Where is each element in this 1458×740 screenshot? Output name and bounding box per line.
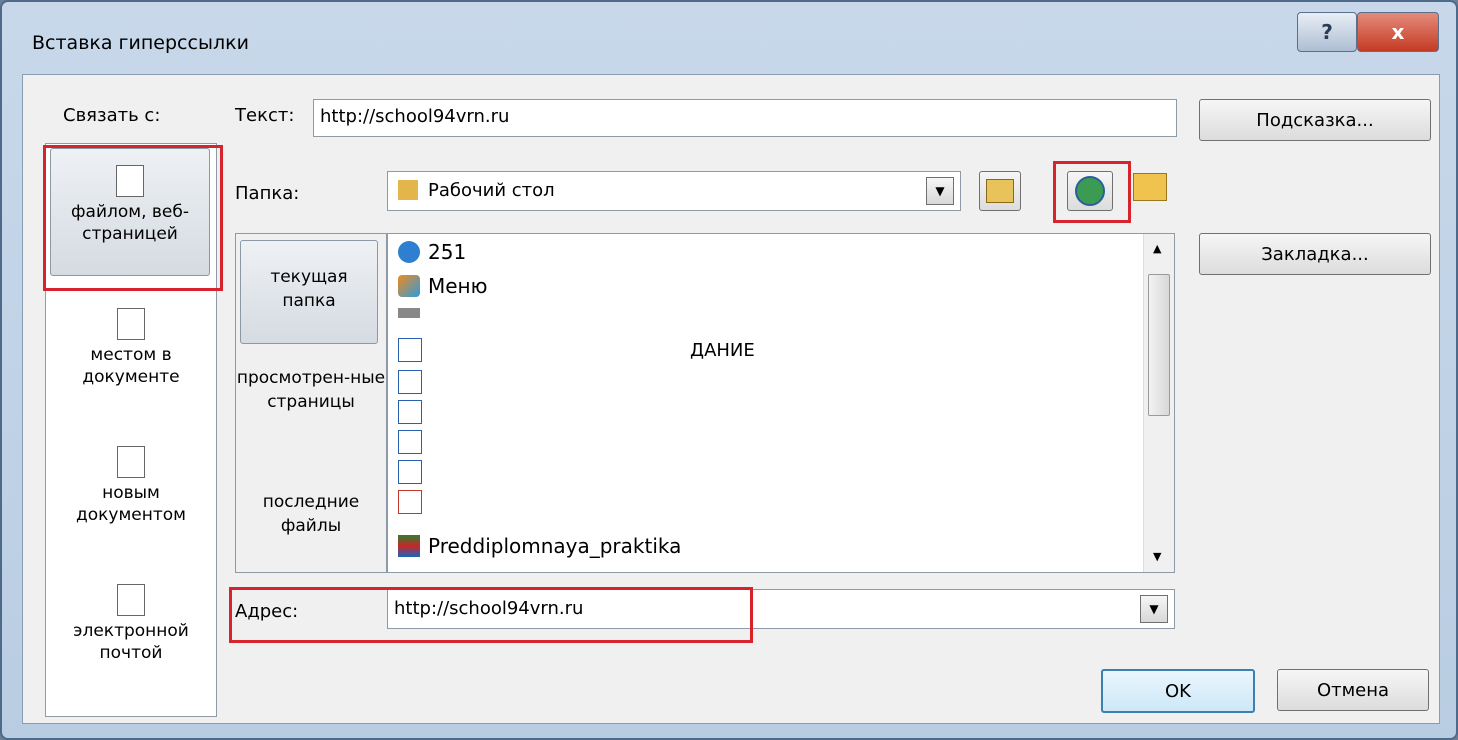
file-item[interactable]: 251 (398, 240, 466, 264)
shortcut-icon (398, 430, 422, 454)
file-item-name: Preddiplomnaya_praktika (428, 534, 682, 558)
scroll-up-icon[interactable]: ▲ (1153, 242, 1161, 255)
file-item[interactable]: ДАНИЕ (398, 338, 1138, 362)
file-item[interactable] (398, 430, 430, 454)
dialog-body: Связать с: файлом, веб-страницей местом … (22, 74, 1440, 724)
look-in-browsed-pages[interactable]: просмотрен-ные страницы (236, 366, 386, 414)
highlight-link-to (43, 145, 223, 291)
folder-icon (398, 180, 418, 200)
text-input[interactable]: http://school94vrn.ru (313, 99, 1177, 137)
shortcut-icon (398, 460, 422, 484)
folder-dropdown-button[interactable]: ▼ (926, 177, 954, 205)
scroll-thumb[interactable] (1148, 274, 1170, 416)
shortcut-icon (398, 370, 422, 394)
file-item-name: ДАНИЕ (690, 339, 755, 361)
folder-value: Рабочий стол (428, 180, 555, 201)
link-to-email-label: электронной почтой (73, 621, 189, 663)
close-button[interactable]: x (1357, 12, 1439, 52)
file-item[interactable]: Preddiplomnaya_praktika (398, 534, 681, 558)
file-item[interactable] (398, 370, 430, 394)
up-folder-icon (986, 179, 1014, 203)
drive-icon (398, 308, 420, 318)
browse-file-button[interactable] (1133, 173, 1169, 207)
look-in-current-folder[interactable]: текущая папка (240, 240, 378, 344)
folder-label: Папка: (235, 183, 300, 204)
file-item[interactable]: Меню (398, 274, 487, 298)
tooltip-button[interactable]: Подсказка... (1199, 99, 1431, 141)
link-to-place-label: местом в документе (82, 345, 180, 387)
dialog-title: Вставка гиперссылки (32, 32, 249, 54)
file-item[interactable] (398, 400, 430, 424)
link-to-new-document-label: новым документом (75, 483, 186, 525)
place-in-document-icon (117, 308, 145, 340)
file-item[interactable] (398, 490, 430, 514)
colorful-app-icon (398, 275, 420, 297)
shortcut-icon (398, 338, 422, 362)
link-to-new-document[interactable]: новым документом (46, 446, 216, 526)
shortcut-icon (398, 490, 422, 514)
file-item-name: 251 (428, 240, 467, 264)
file-item[interactable] (398, 308, 428, 318)
email-icon (117, 584, 145, 616)
cancel-button[interactable]: Отмена (1277, 669, 1429, 711)
text-input-value: http://school94vrn.ru (320, 106, 510, 127)
ok-button[interactable]: OK (1101, 669, 1255, 713)
file-list-scrollbar[interactable]: ▲ ▼ (1143, 234, 1174, 572)
link-to-email[interactable]: электронной почтой (46, 584, 216, 664)
folder-select[interactable]: Рабочий стол ▼ (387, 171, 961, 211)
highlight-browse-web (1053, 161, 1131, 223)
up-folder-button[interactable] (979, 171, 1021, 211)
address-dropdown-button[interactable]: ▼ (1140, 595, 1168, 623)
hyperlink-dialog: Вставка гиперссылки ? x Связать с: файло… (0, 0, 1458, 740)
title-bar: Вставка гиперссылки ? x (2, 2, 1456, 62)
text-label: Текст: (235, 105, 295, 126)
look-in-recent-files[interactable]: последние файлы (236, 490, 386, 538)
shortcut-icon (398, 400, 422, 424)
file-item[interactable] (398, 460, 430, 484)
link-to-place-in-document[interactable]: местом в документе (46, 308, 216, 388)
scroll-down-icon[interactable]: ▼ (1153, 550, 1161, 563)
look-in-list: текущая папка просмотрен-ные страницы по… (235, 233, 387, 573)
archive-icon (398, 535, 420, 557)
highlight-address (229, 587, 753, 643)
file-item-name: Меню (428, 274, 488, 298)
help-button[interactable]: ? (1297, 12, 1357, 52)
bookmark-button[interactable]: Закладка... (1199, 233, 1431, 275)
open-folder-icon (1133, 173, 1167, 201)
network-icon (398, 241, 420, 263)
new-document-icon (117, 446, 145, 478)
file-list[interactable]: 251 Меню ДАНИЕ Preddiplomnaya_praktika ▲… (387, 233, 1175, 573)
link-to-label: Связать с: (63, 105, 161, 126)
